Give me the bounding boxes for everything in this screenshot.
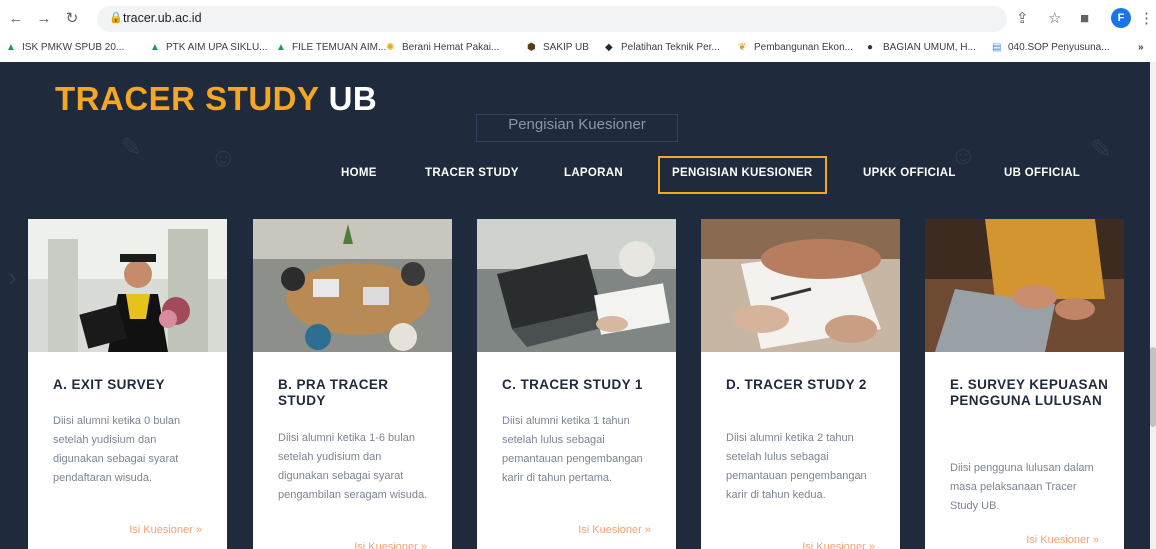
bookmark-item[interactable]: ▲ PTK AIM UPA SIKLU... <box>150 42 268 53</box>
bookmark-item[interactable]: ▤ 040.SOP Penyusuna... <box>992 42 1110 53</box>
forward-icon[interactable]: → <box>34 9 54 29</box>
drive-icon: ▲ <box>150 42 160 53</box>
leaf-icon: ❦ <box>738 42 747 53</box>
nav-laporan[interactable]: LAPORAN <box>564 156 623 190</box>
globe-icon: ● <box>867 42 874 53</box>
scrollbar-thumb[interactable] <box>1150 347 1156 427</box>
nav-tracer-study[interactable]: TRACER STUDY <box>425 156 519 190</box>
nav-home[interactable]: HOME <box>341 156 377 190</box>
card-title: A. EXIT SURVEY <box>53 377 165 392</box>
bookmark-item[interactable]: ● BAGIAN UMUM, H... <box>867 42 976 53</box>
address-bar[interactable]: 🔒 tracer.ub.ac.id <box>97 6 1007 32</box>
scrollbar[interactable] <box>1150 62 1156 549</box>
isi-kuesioner-link[interactable]: Isi Kuesioner » <box>129 524 202 536</box>
card-title: E. SURVEY KEPUASAN PENGGUNA LULUSAN <box>950 377 1109 408</box>
card-title: D. TRACER STUDY 2 <box>726 377 867 392</box>
graduation-cap-icon: ◆ <box>605 42 613 53</box>
card-description: Diisi alumni ketika 1 tahun setelah lulu… <box>502 415 643 484</box>
graduate-photo <box>28 219 227 352</box>
card-description: Diisi alumni ketika 1-6 bulan setelah yu… <box>278 432 428 501</box>
meeting-photo <box>253 219 452 352</box>
document-icon: ▤ <box>992 42 1002 53</box>
card-title: B. PRA TRACER STUDY <box>278 377 389 408</box>
survey-card: A. EXIT SURVEY Diisi alumni ketika 0 bul… <box>28 219 227 549</box>
menu-icon[interactable]: ⋮ <box>1139 9 1154 29</box>
back-icon[interactable]: ← <box>6 9 26 29</box>
laptop-typing-photo <box>925 219 1124 352</box>
bookmark-item[interactable]: ⬢ SAKIP UB <box>527 42 589 53</box>
site-logo[interactable]: TRACER STUDY UB <box>55 80 377 118</box>
survey-card: B. PRA TRACER STUDY Diisi alumni ketika … <box>253 219 452 549</box>
star-icon[interactable]: ☆ <box>1048 9 1061 29</box>
background-pattern: › <box>8 262 17 292</box>
nav-pengisian-kuesioner[interactable]: PENGISIAN KUESIONER <box>658 156 827 194</box>
tab-search-icon[interactable]: ■ <box>1080 9 1089 29</box>
bookmark-item[interactable]: ❦ Pembangunan Ekon... <box>738 42 853 53</box>
nav-upkk-official[interactable]: UPKK OFFICIAL <box>863 156 956 190</box>
page-content: ✎ ☺ ☺ ✎ › TRACER STUDY UB Pengisian Kues… <box>0 62 1150 549</box>
card-description: Diisi pengguna lulusan dalam masa pelaks… <box>950 462 1094 512</box>
url-text: tracer.ub.ac.id <box>123 11 202 25</box>
isi-kuesioner-link[interactable]: Isi Kuesioner » <box>1026 534 1099 546</box>
card-description: Diisi alumni ketika 0 bulan setelah yudi… <box>53 415 181 484</box>
card-title: C. TRACER STUDY 1 <box>502 377 643 392</box>
more-bookmarks-button[interactable]: » <box>1138 42 1144 53</box>
lock-icon: 🔒 <box>109 12 123 24</box>
background-pattern: ✎ <box>1090 134 1112 164</box>
bookmark-item[interactable]: ▲ ISK PMKW SPUB 20... <box>6 42 124 53</box>
profile-avatar[interactable]: F <box>1111 8 1131 28</box>
hexagon-icon: ⬢ <box>527 42 536 53</box>
bookmarks-bar: ▲ ISK PMKW SPUB 20... ▲ PTK AIM UPA SIKLU.… <box>0 38 1156 61</box>
isi-kuesioner-link[interactable]: Isi Kuesioner » <box>802 541 875 549</box>
laptop-work-photo <box>477 219 676 352</box>
survey-card: C. TRACER STUDY 1 Diisi alumni ketika 1 … <box>477 219 676 549</box>
survey-card: D. TRACER STUDY 2 Diisi alumni ketika 2 … <box>701 219 900 549</box>
drive-icon: ▲ <box>276 42 286 53</box>
handshake-photo <box>701 219 900 352</box>
background-pattern: ✎ <box>120 132 142 162</box>
bookmark-item[interactable]: ✺ Berani Hemat Pakai... <box>386 42 499 53</box>
share-icon[interactable]: ⇪ <box>1016 9 1029 29</box>
bookmark-item[interactable]: ▲ FILE TEMUAN AIM... <box>276 42 386 53</box>
page-heading: Pengisian Kuesioner <box>476 114 678 142</box>
bookmark-item[interactable]: ◆ Pelatihan Teknik Per... <box>605 42 720 53</box>
isi-kuesioner-link[interactable]: Isi Kuesioner » <box>354 541 427 549</box>
background-pattern: ☺ <box>210 142 237 172</box>
browser-toolbar: ← → ↻ 🔒 tracer.ub.ac.id ⇪ ☆ ■ F ⋮ ▲ ISK P… <box>0 0 1156 63</box>
survey-card: E. SURVEY KEPUASAN PENGGUNA LULUSAN Diis… <box>925 219 1124 549</box>
drive-icon: ▲ <box>6 42 16 53</box>
nav-ub-official[interactable]: UB OFFICIAL <box>1004 156 1080 190</box>
sun-icon: ✺ <box>386 42 395 53</box>
reload-icon[interactable]: ↻ <box>62 9 82 29</box>
isi-kuesioner-link[interactable]: Isi Kuesioner » <box>578 524 651 536</box>
card-description: Diisi alumni ketika 2 tahun setelah lulu… <box>726 432 867 501</box>
